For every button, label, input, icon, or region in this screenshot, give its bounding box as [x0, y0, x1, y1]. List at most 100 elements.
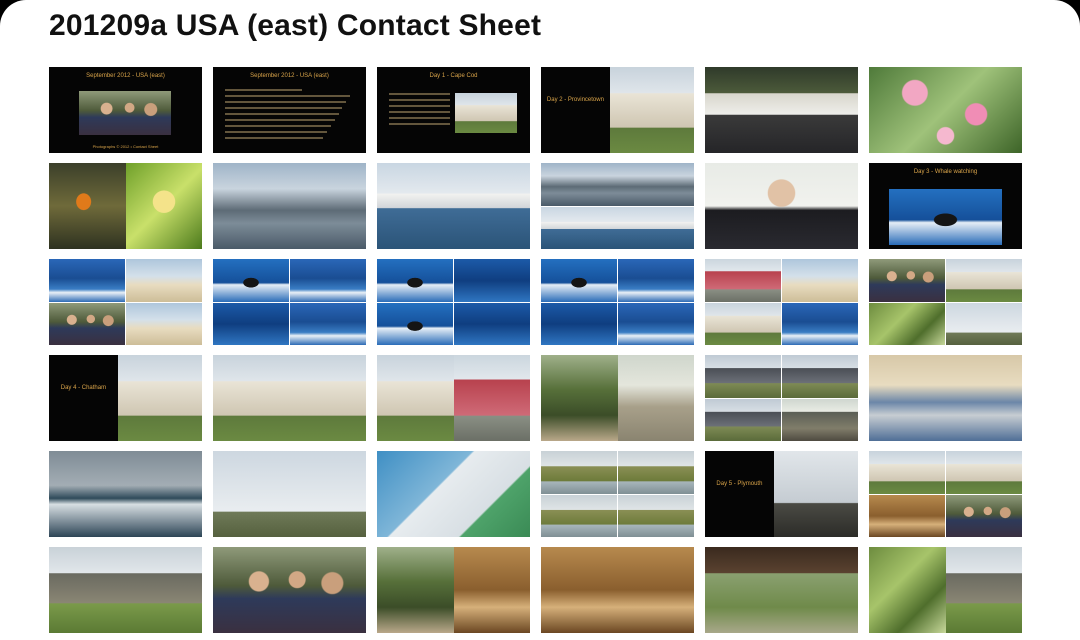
- thumbnail[interactable]: [377, 163, 530, 249]
- slide-credit: Photographs © 2012 • Contact Sheet: [92, 144, 159, 149]
- thumbnail[interactable]: [377, 259, 530, 345]
- photo: [618, 494, 694, 537]
- photo: [377, 355, 454, 441]
- thumbnail[interactable]: September 2012 - USA (east): [213, 67, 366, 153]
- slide-caption: September 2012 - USA (east): [250, 73, 329, 79]
- thumbnail[interactable]: [213, 355, 366, 441]
- thumbnail[interactable]: [213, 547, 366, 633]
- photo: [617, 355, 694, 441]
- photo: [869, 259, 945, 302]
- thumbnail[interactable]: [541, 355, 694, 441]
- photo: [377, 547, 454, 633]
- photo: [945, 547, 1022, 633]
- photo: [377, 302, 453, 345]
- thumbnail[interactable]: [377, 547, 530, 633]
- slide-text-panel: Day 4 - Chatham: [49, 355, 118, 441]
- thumbnail[interactable]: [377, 355, 530, 441]
- photo: [49, 259, 125, 302]
- photo: [213, 259, 289, 302]
- photo: [290, 302, 366, 345]
- photo: [869, 494, 945, 537]
- photo: [869, 547, 946, 633]
- thumbnail[interactable]: [541, 547, 694, 633]
- thumbnail[interactable]: [705, 163, 858, 249]
- thumbnail[interactable]: [377, 451, 530, 537]
- thumbnail[interactable]: September 2012 - USA (east) Photographs ©…: [49, 67, 202, 153]
- thumbnail[interactable]: Day 1 - Cape Cod: [377, 67, 530, 153]
- photo: [618, 259, 694, 302]
- slide-caption: Day 2 - Provincetown: [546, 97, 604, 103]
- thumbnail[interactable]: [49, 451, 202, 537]
- photo: [541, 259, 617, 302]
- photo: [541, 494, 617, 537]
- photo: [541, 163, 694, 206]
- photo: [618, 451, 694, 494]
- photo: [49, 163, 126, 249]
- photo: [609, 67, 694, 153]
- thumbnail[interactable]: [213, 451, 366, 537]
- photo: [946, 494, 1022, 537]
- thumbnail[interactable]: [705, 547, 858, 633]
- thumbnail[interactable]: Day 5 - Plymouth: [705, 451, 858, 537]
- thumbnail[interactable]: [49, 547, 202, 633]
- thumbnail[interactable]: [213, 259, 366, 345]
- photo: [453, 355, 530, 441]
- thumbnail[interactable]: [869, 67, 1022, 153]
- photo: [455, 93, 517, 133]
- photo: [453, 547, 530, 633]
- photo: [946, 451, 1022, 494]
- photo: [541, 451, 617, 494]
- photo: [705, 259, 781, 302]
- photo: [705, 302, 781, 345]
- photo: [541, 547, 618, 633]
- thumbnail[interactable]: Day 4 - Chatham: [49, 355, 202, 441]
- thumbnail[interactable]: [213, 163, 366, 249]
- thumbnail[interactable]: Day 2 - Provincetown: [541, 67, 694, 153]
- photo: [79, 91, 171, 135]
- thumbnail[interactable]: [541, 451, 694, 537]
- page-title: 201209a USA (east) Contact Sheet: [49, 9, 542, 42]
- photo: [782, 259, 858, 302]
- photo: [869, 451, 945, 494]
- photo: [213, 451, 290, 537]
- photo: [126, 259, 202, 302]
- photo: [946, 302, 1022, 345]
- thumbnail[interactable]: [49, 163, 202, 249]
- slide-text-panel: Day 2 - Provincetown: [541, 67, 610, 153]
- thumbnail[interactable]: [869, 259, 1022, 345]
- photo: [117, 355, 202, 441]
- photo: [541, 206, 694, 249]
- photo: [213, 302, 289, 345]
- thumbnail[interactable]: [49, 259, 202, 345]
- thumbnail[interactable]: [705, 355, 858, 441]
- photo: [618, 302, 694, 345]
- photo: [541, 355, 618, 441]
- slide-caption: Day 1 - Cape Cod: [429, 73, 478, 79]
- photo: [454, 259, 530, 302]
- thumbnail[interactable]: [541, 259, 694, 345]
- thumbnail[interactable]: Day 3 - Whale watching: [869, 163, 1022, 249]
- photo: [126, 302, 202, 345]
- thumbnail[interactable]: [869, 355, 1022, 441]
- photo: [773, 451, 858, 537]
- photo: [289, 451, 366, 537]
- photo: [454, 302, 530, 345]
- photo: [705, 398, 781, 441]
- thumbnail[interactable]: [541, 163, 694, 249]
- thumbnail[interactable]: [705, 259, 858, 345]
- photo: [290, 259, 366, 302]
- photo: [49, 302, 125, 345]
- photo: [617, 547, 694, 633]
- slide-caption: Day 5 - Plymouth: [716, 481, 763, 487]
- photo: [782, 355, 858, 398]
- thumbnail[interactable]: [705, 67, 858, 153]
- slide-caption: Day 3 - Whale watching: [913, 169, 978, 175]
- thumbnail[interactable]: [869, 547, 1022, 633]
- photo: [869, 302, 945, 345]
- thumbnail[interactable]: [869, 451, 1022, 537]
- photo: [125, 163, 202, 249]
- photo: [782, 398, 858, 441]
- thumbnail-grid: September 2012 - USA (east) Photographs ©…: [49, 67, 1022, 633]
- slide-caption: September 2012 - USA (east): [86, 73, 165, 79]
- photo: [782, 302, 858, 345]
